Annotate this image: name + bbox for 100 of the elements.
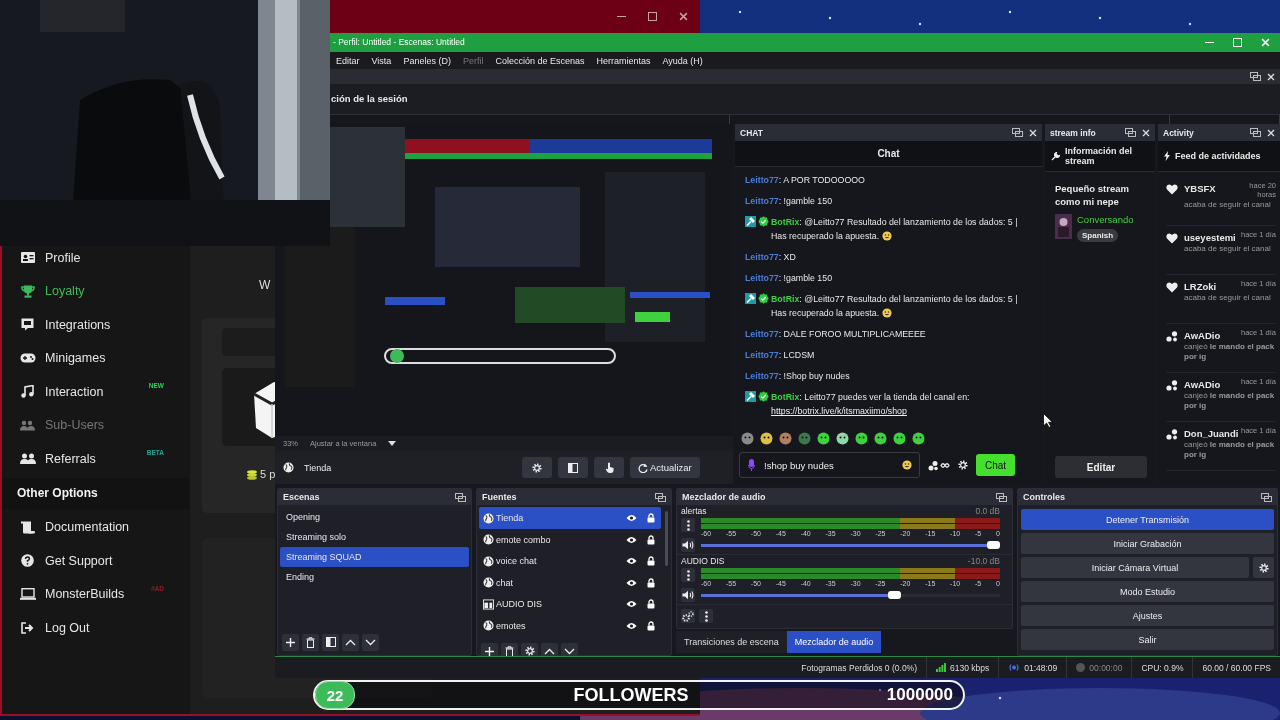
move-up-button[interactable] xyxy=(342,633,359,651)
edit-button[interactable]: Editar xyxy=(1055,456,1147,479)
virtual-camera-settings-button[interactable] xyxy=(1253,557,1274,579)
channel-menu-button[interactable] xyxy=(681,568,695,583)
microphone-icon[interactable] xyxy=(748,459,755,472)
emote-icon[interactable] xyxy=(855,432,868,446)
lock-icon[interactable] xyxy=(647,556,655,567)
nav-item[interactable]: Documentation xyxy=(45,520,130,535)
float-icon[interactable] xyxy=(996,492,1007,502)
filters-button[interactable] xyxy=(558,457,588,479)
control-button[interactable]: Iniciar Cámara Virtual xyxy=(1021,557,1249,579)
source-item[interactable]: emotes xyxy=(496,620,624,631)
nav-item[interactable]: Interaction xyxy=(45,384,104,399)
close-icon[interactable] xyxy=(1267,72,1275,81)
settings-icon[interactable] xyxy=(524,646,535,657)
channel-menu-button[interactable] xyxy=(681,518,695,533)
lock-icon[interactable] xyxy=(647,620,655,631)
float-icon[interactable] xyxy=(655,492,666,502)
volume-thumb[interactable] xyxy=(888,591,902,600)
menu-item[interactable]: Colección de Escenas xyxy=(490,53,590,68)
settings-icon[interactable] xyxy=(958,460,968,471)
filters-button[interactable] xyxy=(322,633,339,651)
scene-item[interactable]: Ending xyxy=(280,567,469,588)
settings-icon[interactable] xyxy=(532,462,542,473)
chevron-down-icon[interactable] xyxy=(365,638,376,646)
nav-item[interactable]: Minigames xyxy=(45,351,106,366)
nav-item[interactable]: Integrations xyxy=(45,317,111,332)
dock-tab[interactable]: Transiciones de escena xyxy=(676,631,787,654)
trash-icon[interactable] xyxy=(505,645,514,657)
float-icon[interactable] xyxy=(1012,128,1023,138)
filter-icon[interactable] xyxy=(568,462,578,473)
lock-icon[interactable] xyxy=(647,513,655,524)
volume-slider[interactable] xyxy=(701,591,1000,600)
nav-item[interactable]: Log Out xyxy=(45,620,90,635)
filter-icon[interactable] xyxy=(325,637,336,648)
nav-item[interactable]: Profile xyxy=(45,250,81,265)
send-button[interactable]: Chat xyxy=(976,454,1016,477)
volume-slider[interactable] xyxy=(701,541,1000,550)
emote-icon[interactable] xyxy=(817,432,830,446)
shop-link[interactable]: https://botrix.live/k/itsmaxiimo/shop xyxy=(771,404,970,419)
emote-icon[interactable] xyxy=(836,432,849,446)
eye-icon[interactable] xyxy=(626,578,637,587)
menu-item[interactable]: Herramientas xyxy=(591,53,656,68)
caret-icon[interactable] xyxy=(388,441,397,447)
chevron-up-icon[interactable] xyxy=(544,647,555,655)
emote-icon[interactable] xyxy=(874,432,887,446)
eye-icon[interactable] xyxy=(626,621,637,630)
control-button[interactable]: Detener Transmisión xyxy=(1021,509,1274,531)
nav-item[interactable]: Get Support xyxy=(45,553,113,568)
interact-button[interactable] xyxy=(594,457,624,479)
chevron-up-icon[interactable] xyxy=(345,638,356,646)
control-button[interactable]: Iniciar Grabación xyxy=(1021,533,1274,555)
move-down-button[interactable] xyxy=(362,633,379,651)
close-icon[interactable] xyxy=(679,12,688,21)
volume-thumb[interactable] xyxy=(987,541,1000,550)
trash-icon[interactable] xyxy=(306,636,315,648)
float-icon[interactable] xyxy=(1250,128,1261,138)
lock-icon[interactable] xyxy=(647,577,655,588)
nav-item[interactable]: Loyalty xyxy=(45,284,85,299)
menu-item[interactable]: Ayuda (H) xyxy=(657,53,708,68)
emote-icon[interactable] xyxy=(912,432,925,446)
scene-item[interactable]: Streaming SQUAD xyxy=(280,547,469,568)
source-item[interactable]: emote combo xyxy=(496,534,624,545)
source-item[interactable]: voice chat xyxy=(496,556,624,567)
dock-tab[interactable]: Mezclador de audio xyxy=(786,631,882,654)
menu-item[interactable]: Paneles (D) xyxy=(398,53,456,68)
chat-input[interactable]: !shop buy nudes xyxy=(739,452,920,479)
source-item[interactable]: chat xyxy=(496,577,624,588)
remove-button[interactable] xyxy=(302,633,319,651)
close-icon[interactable] xyxy=(1029,128,1037,137)
nav-item[interactable]: MonsterBuilds xyxy=(45,587,125,602)
scene-item[interactable]: Opening xyxy=(280,507,469,528)
maximize-icon[interactable] xyxy=(648,12,657,21)
control-button[interactable]: Salir xyxy=(1021,629,1274,651)
more-icon[interactable] xyxy=(686,519,690,531)
control-button[interactable]: Ajustes xyxy=(1021,605,1274,627)
chevron-down-icon[interactable] xyxy=(564,647,575,655)
float-icon[interactable] xyxy=(1125,128,1136,138)
float-icon[interactable] xyxy=(455,492,466,502)
eye-icon[interactable] xyxy=(626,600,637,609)
control-button[interactable]: Modo Estudio xyxy=(1021,581,1274,603)
more-icon[interactable] xyxy=(704,610,708,622)
more-icon[interactable] xyxy=(686,569,690,581)
settings-icon[interactable] xyxy=(1258,562,1269,573)
menu-item[interactable]: Vista xyxy=(366,53,397,68)
source-item[interactable]: AUDIO DIS xyxy=(496,599,624,610)
emote-icon[interactable] xyxy=(741,432,754,446)
emote-icon[interactable] xyxy=(760,432,773,446)
nav-item[interactable]: Referrals xyxy=(45,451,96,466)
points-icon[interactable] xyxy=(928,459,950,471)
emote-icon[interactable] xyxy=(893,432,906,446)
menu-item[interactable]: Editar xyxy=(331,53,365,68)
lock-icon[interactable] xyxy=(647,599,655,610)
eye-icon[interactable] xyxy=(626,557,637,566)
float-icon[interactable] xyxy=(1250,72,1261,82)
emote-icon[interactable] xyxy=(779,432,792,446)
close-icon[interactable] xyxy=(1267,128,1275,137)
scene-item[interactable]: Streaming solo xyxy=(280,527,469,548)
properties-button[interactable] xyxy=(522,457,552,479)
close-icon[interactable] xyxy=(1142,128,1150,137)
